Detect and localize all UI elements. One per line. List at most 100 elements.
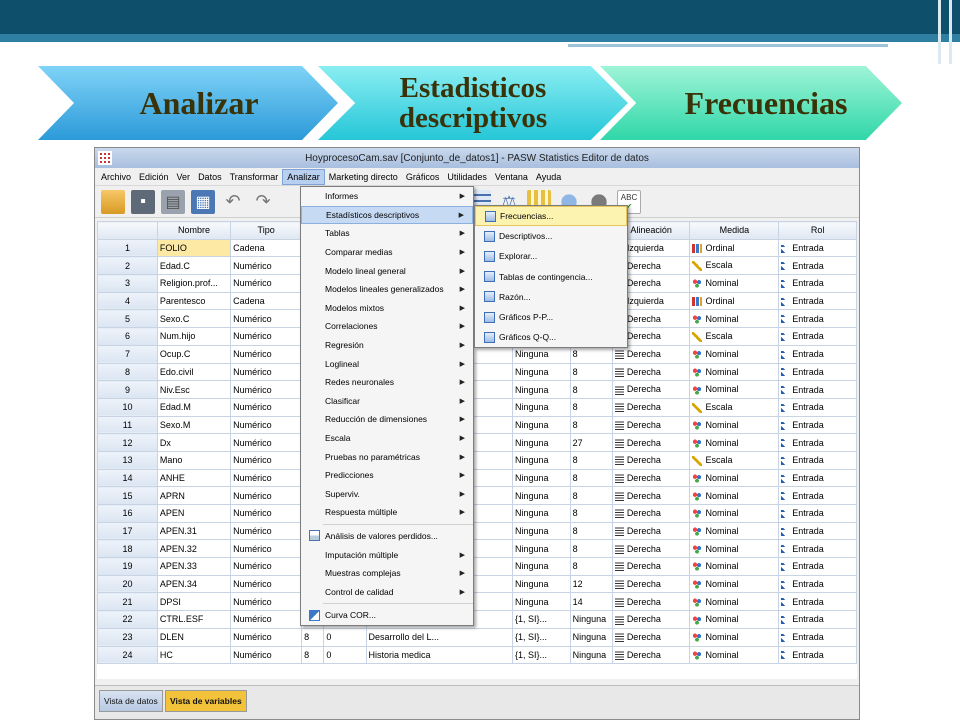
grid-cell[interactable]: Ninguna	[511, 415, 571, 435]
row-number[interactable]: 13	[97, 450, 158, 470]
table-row[interactable]: 10Edad.MNumérico8gunaNinguna8DerechaEsca…	[97, 397, 857, 417]
grid-cell[interactable]: Entrada	[778, 327, 857, 346]
grid-cell[interactable]: {1, SI}...	[511, 627, 571, 647]
row-number[interactable]: 19	[97, 557, 158, 576]
column-header[interactable]: Rol	[778, 221, 857, 240]
grid-cell[interactable]: Ninguna	[569, 627, 613, 647]
grid-cell[interactable]: Derecha	[611, 627, 691, 647]
grid-cell[interactable]: Derecha	[611, 486, 691, 505]
table-row[interactable]: 24 HC Numérico 8 0 Historia medica {1, SI}... N…	[97, 645, 857, 665]
grid-cell[interactable]: 8	[301, 645, 325, 665]
row-number[interactable]: 18	[97, 539, 158, 559]
analizar-item-loglineal[interactable]: Loglineal ▶	[301, 354, 473, 373]
submenu-item-razon[interactable]: Razón...	[475, 287, 627, 307]
grid-cell[interactable]: Entrada	[778, 433, 857, 452]
menu-edicion[interactable]: Edición	[135, 170, 173, 184]
grid-cell[interactable]: Numérico	[230, 557, 303, 576]
grid-cell[interactable]: Nominal	[689, 592, 780, 612]
grid-cell[interactable]: Entrada	[778, 592, 857, 612]
row-number[interactable]: 2	[97, 256, 158, 276]
grid-cell[interactable]: Derecha	[611, 592, 691, 612]
analizar-item-tablas[interactable]: Tablas ▶	[301, 224, 473, 243]
grid-cell[interactable]: 8	[569, 486, 613, 505]
grid-cell[interactable]: Entrada	[778, 415, 857, 435]
grid-cell[interactable]: Nominal	[689, 627, 780, 647]
submenu-item-graficos-p-p[interactable]: Gráficos P-P...	[475, 307, 627, 327]
grid-cell[interactable]: Entrada	[778, 291, 857, 311]
grid-cell[interactable]: Numérico	[230, 592, 303, 612]
grid-cell[interactable]: Numérico	[230, 256, 303, 276]
grid-cell[interactable]: Entrada	[778, 397, 857, 417]
grid-cell[interactable]: Numérico	[230, 486, 303, 505]
grid-cell[interactable]: Numérico	[230, 327, 303, 346]
grid-cell[interactable]: APRN	[156, 486, 232, 505]
grid-cell[interactable]: Ninguna	[511, 362, 571, 382]
analizar-item-redes-neuronales[interactable]: Redes neuronales ▶	[301, 373, 473, 392]
grid-cell[interactable]: Escala	[689, 450, 780, 470]
row-number[interactable]: 10	[97, 397, 158, 417]
grid-cell[interactable]: Numérico	[230, 504, 303, 523]
row-number[interactable]: 23	[97, 627, 158, 647]
analizar-item-estadisticos-descriptivos[interactable]: Estadísticos descriptivos ▶	[301, 205, 473, 225]
grid-cell[interactable]: Entrada	[778, 256, 857, 276]
row-number[interactable]: 3	[97, 274, 158, 293]
open-folder-icon[interactable]	[101, 189, 125, 214]
grid-cell[interactable]: {1, SI}...	[511, 645, 571, 665]
grid-cell[interactable]: Ninguna	[511, 539, 571, 559]
grid-cell[interactable]: Religion.prof...	[156, 274, 232, 293]
row-number[interactable]: 22	[97, 610, 158, 629]
grid-cell[interactable]: 14	[569, 592, 613, 612]
grid-cell[interactable]: Numérico	[230, 415, 303, 435]
grid-cell[interactable]: Derecha	[611, 645, 691, 665]
grid-cell[interactable]: Cadena	[230, 291, 303, 311]
grid-cell[interactable]: Ninguna	[511, 380, 571, 399]
grid-cell[interactable]: Nominal	[689, 433, 780, 452]
grid-cell[interactable]: Entrada	[778, 610, 857, 629]
menu-utilidades[interactable]: Utilidades	[443, 170, 491, 184]
grid-cell[interactable]: Cadena	[230, 238, 303, 258]
grid-cell[interactable]: Nominal	[689, 415, 780, 435]
grid-cell[interactable]: Nominal	[689, 539, 780, 559]
grid-cell[interactable]: Nominal	[689, 557, 780, 576]
grid-cell[interactable]: Numérico	[230, 574, 303, 594]
analizar-item-pruebas-no-parametricas[interactable]: Pruebas no paramétricas ▶	[301, 447, 473, 466]
grid-cell[interactable]: 8	[301, 627, 325, 647]
grid-cell[interactable]: Derecha	[611, 433, 691, 452]
grid-cell[interactable]: Nominal	[689, 344, 780, 364]
grid-cell[interactable]: Ninguna	[511, 504, 571, 523]
grid-cell[interactable]: Entrada	[778, 344, 857, 364]
row-number[interactable]: 5	[97, 309, 158, 329]
grid-cell[interactable]: Numérico	[230, 468, 303, 488]
grid-cell[interactable]: 8	[569, 415, 613, 435]
grid-cell[interactable]: Entrada	[778, 309, 857, 329]
table-row[interactable]: 11Sexo.MNumérico8HOMBR...Ninguna8Derecha…	[97, 415, 857, 435]
menu-transformar[interactable]: Transformar	[226, 170, 283, 184]
table-row[interactable]: 9Niv.EscNumérico8primaria}...Ninguna8Der…	[97, 380, 857, 399]
redo-icon[interactable]: ↷	[251, 190, 275, 214]
table-row[interactable]: 17APEN.31Numérico8NATURA...Ninguna8Derec…	[97, 521, 857, 541]
analizar-item-superviv[interactable]: Superviv. ▶	[301, 485, 473, 504]
analizar-item-correlaciones[interactable]: Correlaciones ▶	[301, 317, 473, 336]
analizar-item-analisis-de-valores-perdidos[interactable]: Análisis de valores perdidos...	[301, 527, 473, 546]
grid-cell[interactable]: APEN	[156, 504, 232, 523]
table-row[interactable]: 21DPSINumérico8SI}...Ninguna14DerechaNom…	[97, 592, 857, 612]
grid-cell[interactable]: Mano	[156, 450, 232, 470]
submenu-item-descriptivos[interactable]: Descriptivos...	[475, 226, 627, 246]
row-number[interactable]: 9	[97, 380, 158, 399]
row-number[interactable]: 1	[97, 238, 158, 258]
table-row[interactable]: 20APEN.34Numérico201 A 2 H...Ninguna12De…	[97, 574, 857, 594]
grid-cell[interactable]: Ninguna	[511, 468, 571, 488]
grid-cell[interactable]: Numérico	[230, 344, 303, 364]
grid-cell[interactable]: Num.hijo	[156, 327, 232, 346]
analizar-item-curva-cor[interactable]: Curva COR...	[301, 606, 473, 625]
grid-cell[interactable]: Ninguna	[511, 557, 571, 576]
grid-cell[interactable]: Sexo.C	[156, 309, 232, 329]
menu-datos[interactable]: Datos	[194, 170, 226, 184]
grid-cell[interactable]: Escala	[689, 256, 780, 276]
grid-cell[interactable]: Entrada	[778, 468, 857, 488]
dialog-recall-icon[interactable]: ▦	[191, 189, 215, 214]
grid-cell[interactable]: Entrada	[778, 627, 857, 647]
analizar-item-muestras-complejas[interactable]: Muestras complejas ▶	[301, 564, 473, 583]
table-row[interactable]: 19APEN.33Numérico8HOSPIT...Ninguna8Derec…	[97, 557, 857, 576]
grid-cell[interactable]: 8	[569, 504, 613, 523]
